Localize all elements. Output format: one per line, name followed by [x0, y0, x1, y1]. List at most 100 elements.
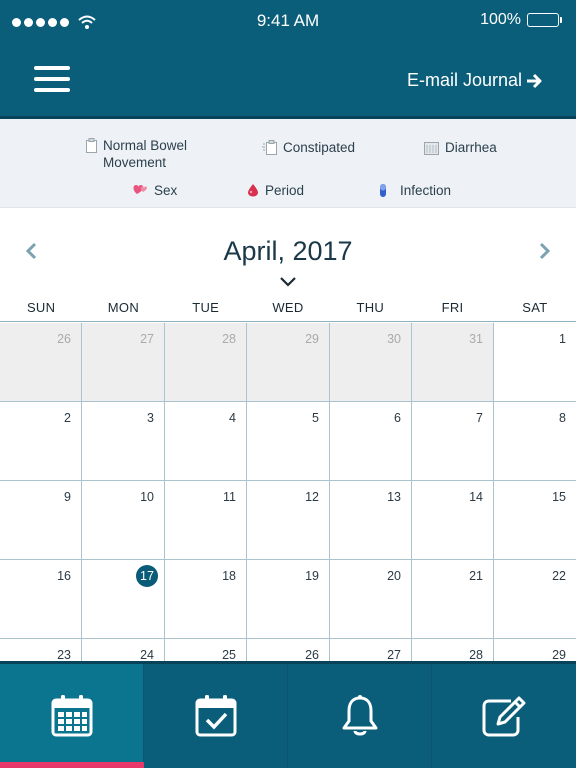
month-title: April, 2017: [223, 236, 353, 266]
weekday-label: MON: [107, 300, 140, 315]
calendar-day-cell[interactable]: 9: [0, 481, 82, 560]
email-journal-label: E-mail Journal: [406, 70, 522, 90]
legend-label: Normal Bowel: [103, 138, 188, 153]
calendar-day-cell[interactable]: 21: [412, 560, 494, 639]
status-bar: 9:41 AM 100%: [0, 0, 576, 42]
weekday-label: WED: [272, 300, 304, 315]
calendar-day-cell[interactable]: 2: [0, 402, 82, 481]
calendar-day-cell[interactable]: 20: [330, 560, 412, 639]
day-number: 14: [469, 490, 483, 504]
day-number: 9: [64, 490, 71, 504]
tab-calendar[interactable]: [0, 664, 144, 768]
calendar-day-cell[interactable]: 7: [412, 402, 494, 481]
day-number: 13: [387, 490, 401, 504]
calendar-day-cell[interactable]: 5: [247, 402, 330, 481]
day-number: 11: [223, 490, 236, 504]
weekday-label: SUN: [26, 300, 56, 315]
calendar-day-cell[interactable]: 27: [82, 323, 165, 402]
chevron-right-icon: [539, 242, 551, 260]
calendar-day-cell[interactable]: 28: [165, 323, 247, 402]
period-icon: [248, 184, 258, 197]
tab-notes[interactable]: [432, 664, 576, 768]
day-number: 4: [229, 411, 236, 425]
day-number: 16: [57, 569, 71, 583]
calendar-day-cell[interactable]: 3: [82, 402, 165, 481]
diarrhea-icon: [424, 142, 439, 155]
day-number: 25: [222, 648, 236, 661]
day-number: 28: [222, 332, 236, 346]
calendar-day-cell[interactable]: 24: [82, 639, 165, 661]
legend-infection: Infection: [378, 182, 451, 199]
email-journal-button[interactable]: E-mail Journal: [407, 70, 542, 91]
day-number: 26: [57, 332, 71, 346]
calendar-day-cell[interactable]: 1: [494, 323, 576, 402]
weekday-label: THU: [356, 300, 385, 315]
day-number: 24: [140, 648, 154, 661]
month-picker-toggle[interactable]: [280, 274, 296, 292]
calendar-day-cell[interactable]: 14: [412, 481, 494, 560]
legend-constipated: Constipated: [262, 139, 355, 156]
constipated-icon: [262, 140, 277, 155]
legend-label: Period: [265, 183, 305, 198]
weekday-label: FRI: [441, 300, 464, 315]
day-number: 27: [140, 332, 154, 346]
calendar-day-cell[interactable]: 26: [247, 639, 330, 661]
day-number: 31: [469, 332, 483, 346]
menu-button[interactable]: [34, 66, 70, 96]
edit-icon: [482, 696, 526, 737]
bell-icon: [342, 695, 377, 736]
day-number: 7: [476, 411, 483, 425]
calendar-day-cell[interactable]: 29: [494, 639, 576, 661]
calendar-day-cell[interactable]: 4: [165, 402, 247, 481]
legend-period: Period: [247, 182, 304, 199]
calendar-day-cell[interactable]: 31: [412, 323, 494, 402]
calendar-day-cell[interactable]: 26: [0, 323, 82, 402]
legend-label: Movement: [103, 155, 167, 170]
legend-sex: Sex: [133, 182, 177, 199]
legend-label: Diarrhea: [445, 140, 497, 155]
legend-diarrhea: Diarrhea: [424, 139, 497, 156]
legend-label: Constipated: [283, 140, 356, 155]
active-tab-indicator: [0, 762, 144, 768]
calendar-day-cell[interactable]: 19: [247, 560, 330, 639]
calendar-day-cell[interactable]: 8: [494, 402, 576, 481]
calendar-day-cell[interactable]: 22: [494, 560, 576, 639]
day-number: 6: [394, 411, 401, 425]
tab-reminders[interactable]: [288, 664, 432, 768]
calendar-day-cell[interactable]: 23: [0, 639, 82, 661]
legend-normal-bowel: Normal Bowel Movement: [86, 137, 187, 171]
calendar-day-cell[interactable]: 11: [165, 481, 247, 560]
calendar-day-cell[interactable]: 12: [247, 481, 330, 560]
battery-percent: 100%: [480, 11, 521, 28]
day-number: 18: [222, 569, 236, 583]
chevron-down-icon: [280, 277, 296, 287]
calendar-day-cell[interactable]: 27: [330, 639, 412, 661]
calendar-day-cell[interactable]: 15: [494, 481, 576, 560]
calendar-day-cell[interactable]: 6: [330, 402, 412, 481]
calendar-day-cell[interactable]: 17: [82, 560, 165, 639]
day-number: 8: [559, 411, 566, 425]
calendar-grid: 26 27 28 29 30 31 1 2 3 4 5 6 7 8 9 10 11 12 13 14 15 16 17 18 1…: [0, 323, 576, 661]
day-number: 21: [469, 569, 483, 583]
day-number: 27: [387, 648, 401, 661]
day-number: 19: [305, 569, 319, 583]
calendar-day-cell[interactable]: 28: [412, 639, 494, 661]
app-header: 9:41 AM 100% E-mail Journal: [0, 0, 576, 116]
day-number: 12: [305, 490, 319, 504]
next-month-button[interactable]: [538, 242, 552, 265]
calendar-day-cell[interactable]: 16: [0, 560, 82, 639]
arrow-right-icon: [527, 73, 542, 88]
day-number: 29: [552, 648, 566, 661]
battery-icon: [527, 13, 559, 27]
calendar-day-cell[interactable]: 10: [82, 481, 165, 560]
infection-icon: [380, 184, 386, 197]
calendar-day-cell[interactable]: 13: [330, 481, 412, 560]
calendar-day-cell[interactable]: 18: [165, 560, 247, 639]
day-number: 5: [312, 411, 319, 425]
calendar-day-cell[interactable]: 25: [165, 639, 247, 661]
tab-checklist[interactable]: [144, 664, 288, 768]
calendar-day-cell[interactable]: 30: [330, 323, 412, 402]
day-number: 20: [387, 569, 401, 583]
calendar-day-cell[interactable]: 29: [247, 323, 330, 402]
sex-icon: [133, 185, 147, 194]
